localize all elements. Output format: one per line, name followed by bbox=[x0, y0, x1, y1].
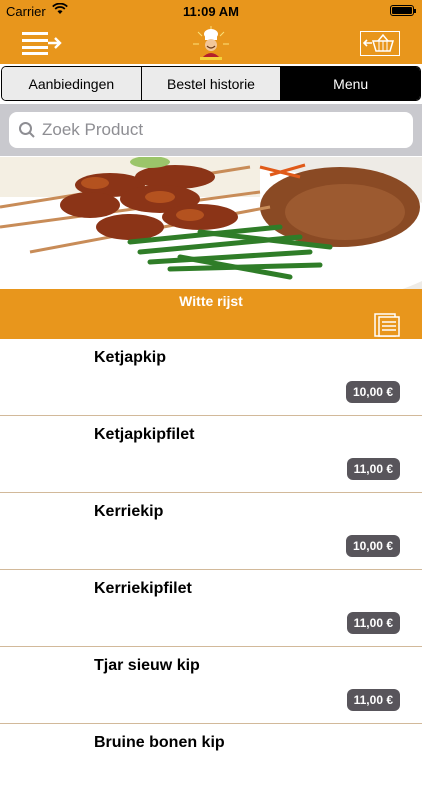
product-name: Kerriekip bbox=[94, 503, 164, 520]
product-list: Ketjapkip 10,00 € Ketjapkipfilet 11,00 €… bbox=[0, 339, 422, 801]
tab-bestel-historie[interactable]: Bestel historie bbox=[141, 67, 282, 100]
segmented-tabs: Aanbiedingen Bestel historie Menu bbox=[1, 66, 421, 101]
notes-icon[interactable] bbox=[374, 313, 402, 337]
list-item[interactable]: Kerriekip 10,00 € bbox=[0, 493, 422, 570]
category-title: Witte rijst bbox=[179, 293, 243, 309]
price-badge: 10,00 € bbox=[345, 535, 400, 557]
tab-aanbiedingen[interactable]: Aanbiedingen bbox=[2, 67, 142, 100]
search-icon bbox=[19, 122, 35, 138]
list-item[interactable]: Kerriekipfilet 11,00 € bbox=[0, 570, 422, 647]
navigation-bar bbox=[0, 22, 422, 64]
tab-menu[interactable]: Menu bbox=[281, 67, 420, 100]
list-item[interactable]: Bruine bonen kip bbox=[0, 724, 422, 801]
search-bar bbox=[0, 104, 422, 156]
product-name: Ketjapkipfilet bbox=[94, 426, 195, 443]
battery-icon bbox=[390, 5, 416, 16]
category-hero-image bbox=[0, 157, 422, 289]
product-name: Ketjapkip bbox=[94, 349, 167, 366]
price-badge: 10,00 € bbox=[345, 381, 400, 403]
basket-arrow-icon bbox=[362, 33, 395, 52]
list-item[interactable]: Tjar sieuw kip 11,00 € bbox=[0, 647, 422, 724]
price-badge: 11,00 € bbox=[346, 689, 400, 711]
chef-logo bbox=[190, 24, 232, 62]
menu-button[interactable] bbox=[22, 31, 62, 55]
menu-arrow-icon bbox=[22, 32, 62, 55]
list-item[interactable]: Ketjapkip 10,00 € bbox=[0, 339, 422, 416]
list-item[interactable]: Ketjapkipfilet 11,00 € bbox=[0, 416, 422, 493]
search-input[interactable] bbox=[42, 120, 392, 140]
status-bar: Carrier 11:09 AM bbox=[0, 0, 422, 22]
search-field[interactable] bbox=[9, 112, 413, 148]
price-badge: 11,00 € bbox=[346, 458, 400, 480]
product-name: Bruine bonen kip bbox=[94, 734, 225, 751]
product-name: Kerriekipfilet bbox=[94, 580, 192, 597]
category-header: Witte rijst bbox=[0, 289, 422, 339]
status-time: 11:09 AM bbox=[183, 4, 239, 19]
price-badge: 11,00 € bbox=[346, 612, 400, 634]
basket-button[interactable] bbox=[360, 31, 400, 56]
product-name: Tjar sieuw kip bbox=[94, 657, 200, 674]
